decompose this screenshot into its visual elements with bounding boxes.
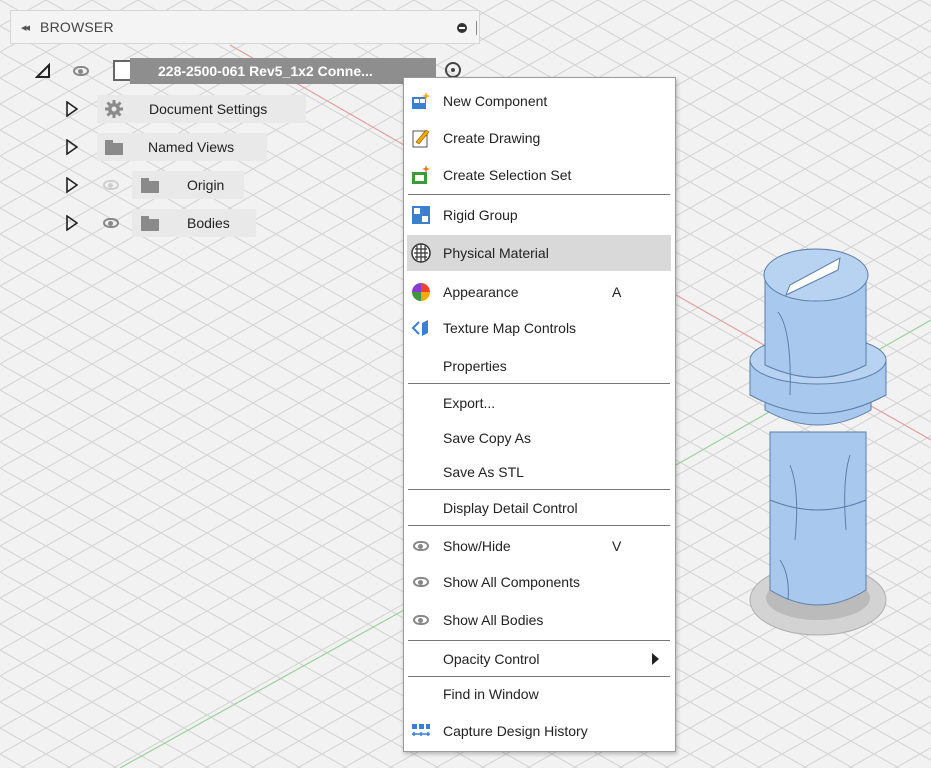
eye-icon[interactable] <box>103 218 119 228</box>
menu-item-physical-material[interactable]: Physical Material <box>407 235 671 271</box>
pin-icon[interactable] <box>457 23 467 33</box>
tree-item-label: Named Views <box>148 139 235 155</box>
submenu-arrow-icon <box>652 653 659 665</box>
folder-icon <box>141 178 159 193</box>
menu-item-opacity-control[interactable]: Opacity Control <box>404 641 675 677</box>
menu-item-show-hide[interactable]: Show/Hide V <box>404 528 675 564</box>
folder-icon <box>105 140 123 155</box>
eye-icon[interactable] <box>73 66 89 76</box>
menu-item-rigid-group[interactable]: Rigid Group <box>404 197 675 233</box>
create-drawing-icon <box>412 129 430 148</box>
tree-item-label: Bodies <box>187 215 230 231</box>
menu-separator <box>408 194 670 195</box>
menu-item-save-copy-as[interactable]: Save Copy As <box>404 420 675 456</box>
menu-item-save-as-stl[interactable]: Save As STL <box>404 454 675 490</box>
rigid-group-icon <box>412 206 430 224</box>
tree-item-label: Document Settings <box>149 101 268 117</box>
browser-panel-header: ◂◂ BROWSER <box>10 10 480 44</box>
panel-resize-handle[interactable] <box>476 21 477 35</box>
tree-item-label: Origin <box>187 177 225 193</box>
menu-item-new-component[interactable]: New Component <box>404 83 675 119</box>
menu-item-show-all-components[interactable]: Show All Components <box>404 564 675 600</box>
collapse-panel-icon[interactable]: ◂◂ <box>21 21 30 34</box>
eye-icon <box>413 615 429 625</box>
tree-item-bodies[interactable]: Bodies <box>132 209 256 237</box>
menu-item-capture-design-history[interactable]: Capture Design History <box>404 713 675 749</box>
menu-item-display-detail-control[interactable]: Display Detail Control <box>404 490 675 526</box>
collapse-triangle-icon[interactable] <box>35 61 51 79</box>
context-menu: New Component Create Drawing Create Sele… <box>403 77 676 752</box>
eye-icon <box>413 541 429 551</box>
shortcut-label: V <box>612 538 622 554</box>
expand-triangle-icon[interactable] <box>66 101 78 117</box>
menu-item-properties[interactable]: Properties <box>404 348 675 384</box>
tree-item-origin[interactable]: Origin <box>132 171 244 199</box>
appearance-icon <box>412 283 430 301</box>
root-component-label: 228-2500-061 Rev5_1x2 Conne... <box>158 63 373 79</box>
tree-item-named-views[interactable]: Named Views <box>97 133 267 161</box>
root-component-row[interactable]: 228-2500-061 Rev5_1x2 Conne... <box>130 58 436 84</box>
3d-model-connector[interactable] <box>749 248 887 636</box>
menu-separator <box>408 525 670 526</box>
gear-icon <box>105 100 123 118</box>
selection-set-icon <box>412 165 430 184</box>
physical-material-icon <box>411 243 431 263</box>
menu-item-create-drawing[interactable]: Create Drawing <box>404 120 675 156</box>
expand-triangle-icon[interactable] <box>66 215 78 231</box>
eye-hidden-icon[interactable] <box>103 180 119 190</box>
menu-item-appearance[interactable]: Appearance A <box>404 274 675 310</box>
folder-icon <box>141 216 159 231</box>
texture-map-icon <box>411 320 428 336</box>
browser-title: BROWSER <box>40 19 114 35</box>
eye-icon <box>413 577 429 587</box>
capture-history-icon <box>412 724 430 736</box>
menu-item-find-in-window[interactable]: Find in Window <box>404 676 675 712</box>
menu-item-texture-map-controls[interactable]: Texture Map Controls <box>404 310 675 346</box>
tree-item-document-settings[interactable]: Document Settings <box>97 95 306 123</box>
activate-component-radio[interactable] <box>445 62 461 78</box>
expand-triangle-icon[interactable] <box>66 177 78 193</box>
menu-item-create-selection-set[interactable]: Create Selection Set <box>404 157 675 193</box>
menu-item-export[interactable]: Export... <box>404 385 675 421</box>
menu-item-show-all-bodies[interactable]: Show All Bodies <box>404 602 675 638</box>
shortcut-label: A <box>612 284 622 300</box>
new-component-icon <box>412 92 430 109</box>
expand-triangle-icon[interactable] <box>66 139 78 155</box>
menu-separator <box>408 383 670 384</box>
